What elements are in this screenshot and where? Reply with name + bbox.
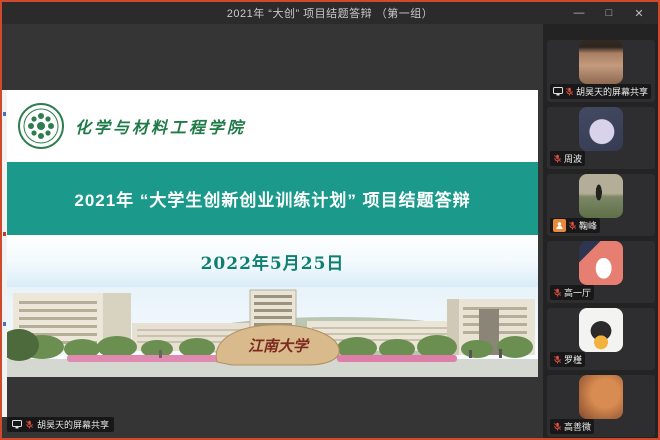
participant-label: 高善微 (550, 419, 594, 434)
mic-slash-icon (553, 288, 562, 297)
slide-date: 2022年5月25日 (201, 249, 345, 274)
participant-avatar (579, 375, 623, 419)
participant-avatar (579, 308, 623, 352)
mic-slash-icon (25, 420, 34, 429)
window-controls: — □ ✕ (564, 2, 654, 24)
campus-photo: 江南大学 (7, 287, 538, 377)
mic-slash-icon (553, 154, 562, 163)
close-button[interactable]: ✕ (624, 2, 654, 24)
participant-tile[interactable]: 高一厅 (547, 241, 655, 303)
participant-name: 鞠峰 (579, 219, 597, 232)
screen-share-status-text: 胡昊天的屏幕共享 (37, 418, 109, 431)
participants-sidebar: 胡昊天的屏幕共享 周波 (543, 24, 658, 438)
participant-avatar (579, 241, 623, 285)
participant-video (579, 40, 623, 84)
mic-slash-icon (553, 355, 562, 364)
participant-avatar (579, 174, 623, 218)
shared-screen-area: 化学与材料工程学院 2021年 “大学生创新创业训练计划” 项目结题答辩 202… (2, 24, 543, 438)
college-name: 化学与材料工程学院 (75, 114, 246, 138)
minimize-button[interactable]: — (564, 2, 594, 24)
participant-name: 高善微 (564, 420, 591, 433)
participant-tile-sharing[interactable]: 胡昊天的屏幕共享 (547, 40, 655, 102)
participant-label: 罗槿 (550, 352, 585, 367)
participant-avatar (579, 107, 623, 151)
presentation-slide: 化学与材料工程学院 2021年 “大学生创新创业训练计划” 项目结题答辩 202… (7, 90, 538, 377)
participant-tile[interactable]: 高善微 (547, 375, 655, 437)
maximize-button[interactable]: □ (594, 2, 624, 24)
participant-label: 高一厅 (550, 285, 594, 300)
participant-label: 胡昊天的屏幕共享 (550, 84, 651, 99)
meeting-window: 2021年 “大创” 项目结题答辩 （第一组） — □ ✕ (0, 0, 660, 440)
title-bar: 2021年 “大创” 项目结题答辩 （第一组） — □ ✕ (2, 2, 658, 24)
monitor-icon (553, 87, 563, 96)
participant-label: 鞠峰 (550, 218, 600, 233)
monitor-icon (12, 420, 22, 429)
slide-title-band: 2021年 “大学生创新创业训练计划” 项目结题答辩 (7, 162, 538, 235)
participant-name: 罗槿 (564, 353, 582, 366)
person-icon (553, 219, 566, 232)
participant-name: 高一厅 (564, 286, 591, 299)
participant-tile[interactable]: 罗槿 (547, 308, 655, 370)
participant-name: 周波 (564, 152, 582, 165)
campus-stone-text: 江南大学 (248, 337, 310, 355)
college-seal-logo (17, 102, 65, 150)
slide-header: 化学与材料工程学院 (7, 90, 538, 162)
participant-tile[interactable]: 鞠峰 (547, 174, 655, 236)
participant-label: 周波 (550, 151, 585, 166)
slide-date-area: 2022年5月25日 (7, 235, 538, 287)
mic-slash-icon (553, 422, 562, 431)
participant-name: 胡昊天的屏幕共享 (576, 85, 648, 98)
screen-share-status: 胡昊天的屏幕共享 (7, 417, 114, 432)
participant-tile[interactable]: 周波 (547, 107, 655, 169)
slide-title: 2021年 “大学生创新创业训练计划” 项目结题答辩 (74, 186, 470, 211)
mic-slash-icon (568, 221, 577, 230)
window-title: 2021年 “大创” 项目结题答辩 （第一组） (227, 5, 433, 21)
mic-slash-icon (565, 87, 574, 96)
